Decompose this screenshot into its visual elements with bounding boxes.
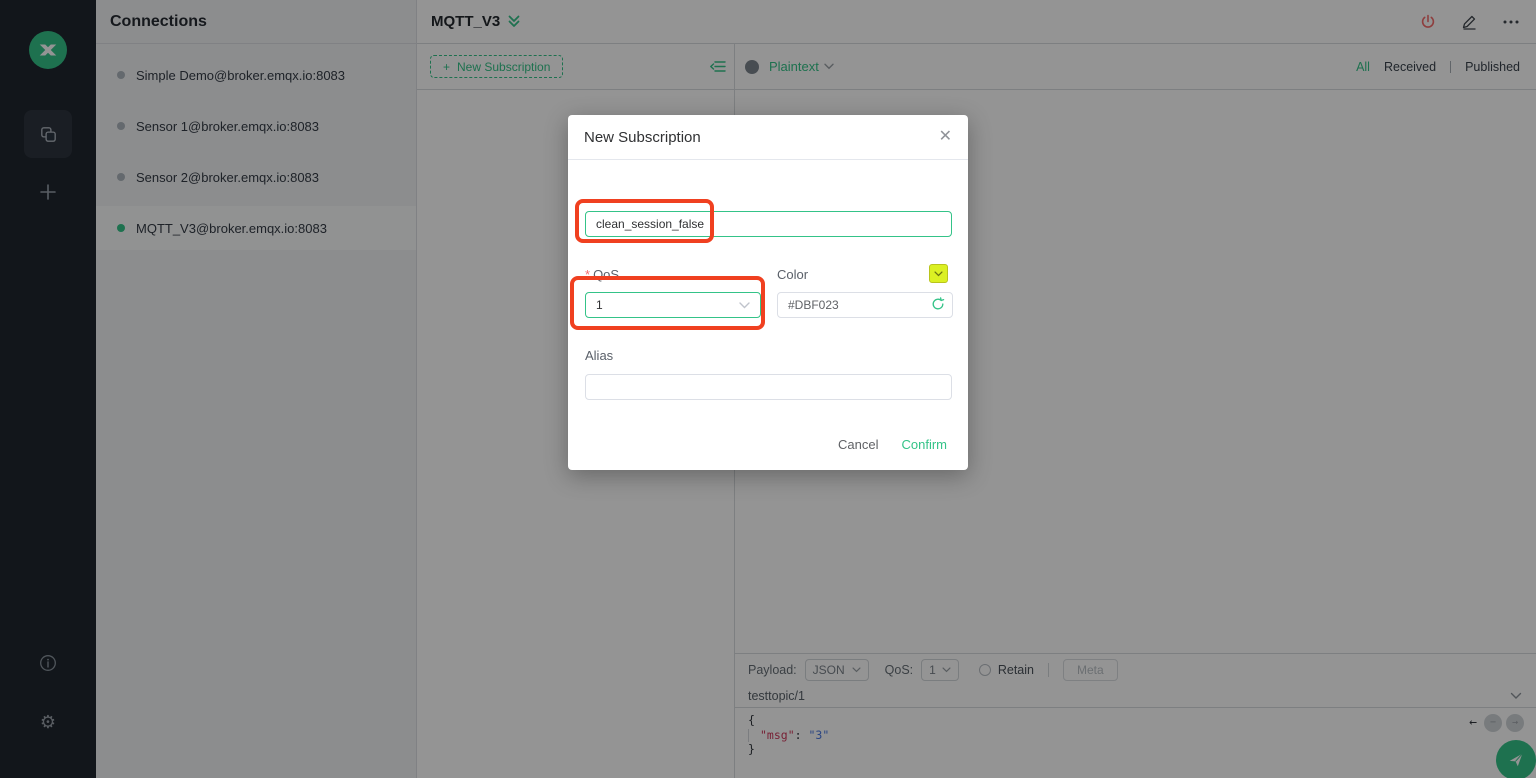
qos-label: *QoS: [585, 267, 619, 282]
color-label: Color: [777, 267, 808, 282]
color-swatch[interactable]: [929, 264, 948, 283]
cancel-button[interactable]: Cancel: [838, 437, 878, 452]
close-icon[interactable]: ✕: [939, 129, 952, 145]
qos-label-text: QoS: [593, 267, 619, 282]
topic-input[interactable]: [585, 211, 952, 237]
refresh-icon: [931, 297, 945, 311]
refresh-color-button[interactable]: [931, 297, 945, 311]
new-subscription-dialog: New Subscription ✕ *Topic *QoS 1 Color A…: [568, 115, 968, 470]
color-input[interactable]: [777, 292, 953, 318]
dialog-header: New Subscription ✕: [568, 115, 968, 160]
alias-label: Alias: [585, 348, 613, 363]
dialog-actions: Cancel Confirm: [838, 437, 947, 452]
chevron-down-icon: [739, 302, 750, 309]
dialog-title: New Subscription: [584, 129, 701, 146]
chevron-down-icon: [934, 271, 943, 277]
confirm-button[interactable]: Confirm: [901, 437, 947, 452]
alias-input[interactable]: [585, 374, 952, 400]
qos-select[interactable]: 1: [585, 292, 761, 318]
required-mark: *: [585, 267, 590, 282]
qos-selected-value: 1: [596, 298, 603, 312]
